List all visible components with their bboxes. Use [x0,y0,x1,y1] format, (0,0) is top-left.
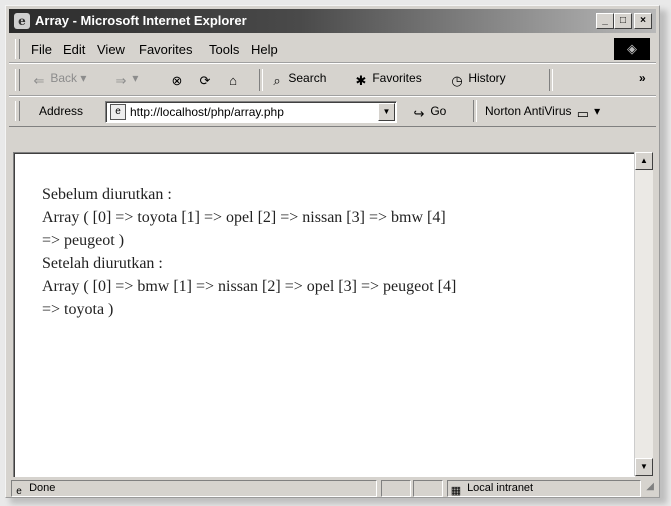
go-label: Go [430,104,447,118]
toolbar-separator-2 [549,69,553,91]
home-button[interactable]: ⌂ [225,71,241,89]
menu-bar: File Edit View Favorites Tools Help ◈ [9,36,656,63]
refresh-button[interactable]: ⟳ [197,71,213,89]
history-label: History [468,71,506,85]
search-icon: ⌕ [273,73,281,88]
status-bar: e Done ▦ Local intranet ◢ [9,480,656,497]
history-icon: ◷ [451,73,463,88]
status-panel-empty-2 [413,480,443,497]
before-sort-heading: Sebelum diurutkan : [42,186,172,203]
before-sort-array-line-2: => peugeot ) [42,232,125,249]
go-button[interactable]: ↪ Go [411,104,447,122]
after-sort-heading: Setelah diurutkan : [42,255,163,272]
norton-label: Norton AntiVirus [485,104,572,118]
forward-button[interactable]: ⇒ ▾ [113,71,139,89]
menu-tools[interactable]: Tools [209,42,239,57]
browser-window: e Array - Microsoft Internet Explorer _ … [5,5,660,498]
favorites-button[interactable]: ✱ Favorites [353,71,422,89]
before-sort-array-line-1: Array ( [0] => toyota [1] => opel [2] =>… [42,209,446,226]
scroll-down-button[interactable]: ▼ [635,458,653,476]
address-label: Address [39,104,84,118]
menu-edit[interactable]: Edit [63,42,85,57]
status-text-panel: e Done [11,480,377,497]
norton-antivirus-button[interactable]: Norton AntiVirus ▭ ▾ [485,104,600,122]
menu-favorites[interactable]: Favorites [139,42,192,57]
address-input[interactable]: e http://localhost/php/array.php ▼ [105,101,397,123]
after-sort-array-line-1: Array ( [0] => bmw [1] => nissan [2] => … [42,278,457,295]
zone-text: Local intranet [467,482,534,494]
history-button[interactable]: ◷ History [449,71,506,89]
search-label: Search [288,71,327,85]
favorites-icon: ✱ [355,73,367,88]
page-icon: e [110,104,126,120]
page-content[interactable]: Sebelum diurutkan : Array ( [0] => toyot… [13,152,635,477]
favorites-label: Favorites [372,71,422,85]
norton-disk-icon: ▭ [576,106,589,121]
address-dropdown-button[interactable]: ▼ [378,103,395,121]
toolbar-overflow-button[interactable]: » [639,71,646,85]
page-text: Sebelum diurutkan : Array ( [0] => toyot… [42,183,627,321]
menu-grip[interactable] [15,39,20,59]
page-done-icon: e [16,486,22,497]
status-zone-panel: ▦ Local intranet [447,480,641,497]
back-arrow-icon: ⇐ [33,73,45,88]
local-intranet-icon: ▦ [450,485,462,497]
ie-logo-icon: e [14,13,30,29]
toolbar-separator [259,69,263,91]
back-button[interactable]: ⇐ Back ▾ [31,71,87,89]
title-bar[interactable]: e Array - Microsoft Internet Explorer _ … [9,9,656,33]
refresh-icon: ⟳ [199,73,211,88]
stop-icon: ⊗ [171,73,183,88]
minimize-button[interactable]: _ [596,13,614,29]
menu-help[interactable]: Help [251,42,278,57]
forward-arrow-icon: ⇒ [115,73,127,88]
close-button[interactable]: × [634,13,652,29]
search-button[interactable]: ⌕ Search [269,71,326,89]
address-separator [473,100,477,122]
toolbar-grip[interactable] [15,69,20,91]
status-text: Done [29,482,56,494]
window-title: Array - Microsoft Internet Explorer [35,13,247,28]
go-arrow-icon: ↪ [413,106,425,121]
stop-button[interactable]: ⊗ [169,71,185,89]
menu-view[interactable]: View [97,42,125,57]
scroll-up-button[interactable]: ▲ [635,152,653,170]
standard-toolbar: ⇐ Back ▾ ⇒ ▾ ⊗ ⟳ ⌂ ⌕ Search ✱ Favorites … [9,65,656,96]
ie-throbber-icon: ◈ [614,38,650,60]
resize-grip-icon[interactable]: ◢ [646,481,654,492]
vertical-scrollbar[interactable]: ▲ ▼ [634,152,653,476]
maximize-button[interactable]: □ [614,13,632,29]
address-grip[interactable] [15,101,20,121]
after-sort-array-line-2: => toyota ) [42,301,114,318]
home-icon: ⌂ [229,73,237,88]
address-url: http://localhost/php/array.php [130,105,284,119]
address-bar: Address e http://localhost/php/array.php… [9,98,656,127]
menu-file[interactable]: File [31,42,52,57]
status-panel-empty-1 [381,480,411,497]
back-label: Back [50,71,78,85]
